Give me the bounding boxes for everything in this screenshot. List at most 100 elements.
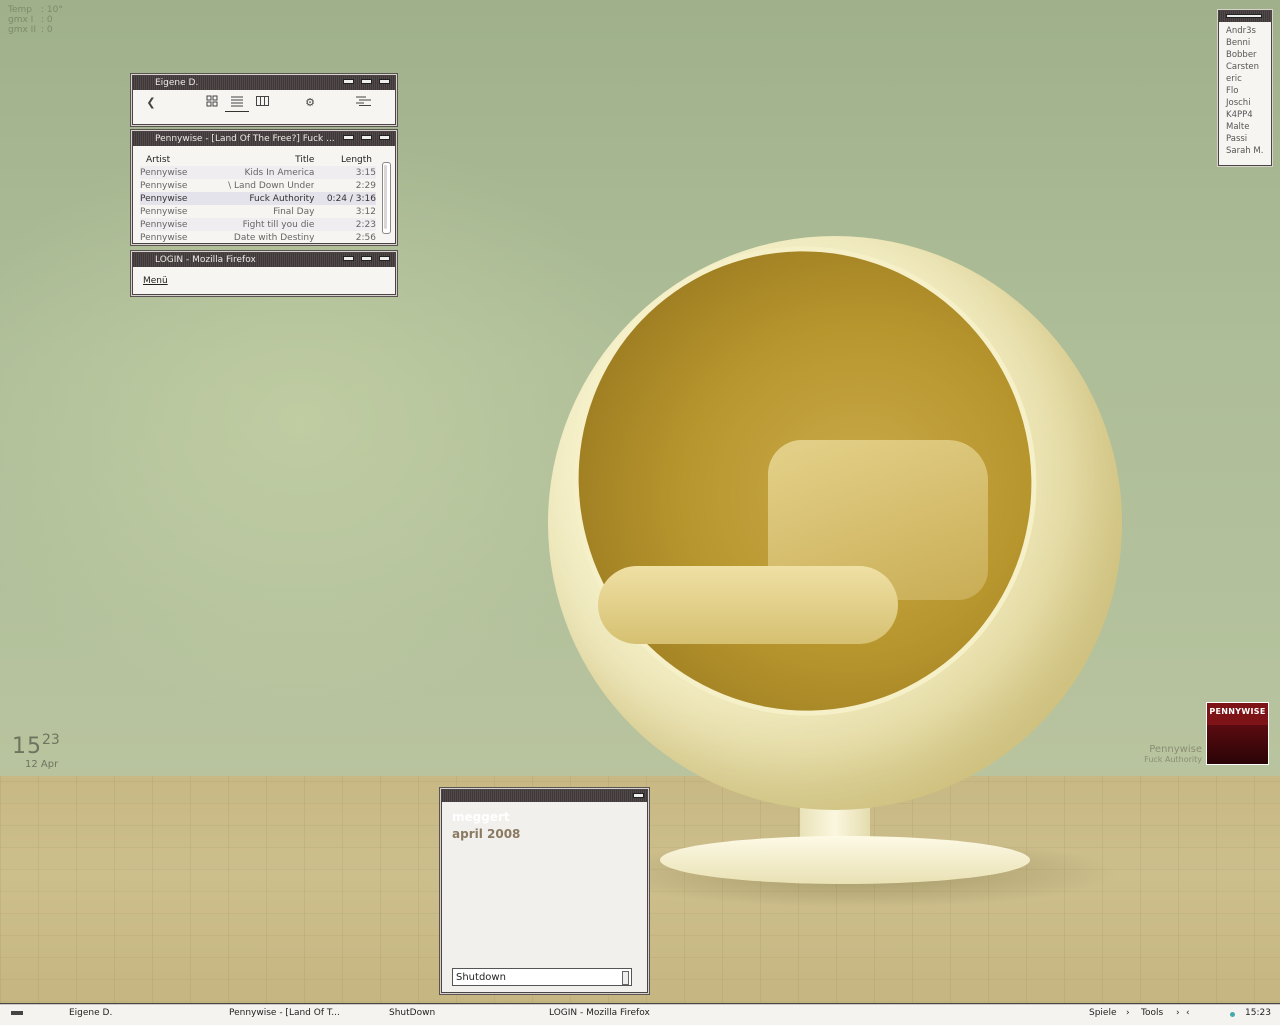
icons-view-icon[interactable]	[205, 95, 219, 111]
album-cover-band-name: PENNYWISE	[1209, 707, 1266, 716]
sysinfo-gmx1: gmx I: 0	[8, 15, 53, 25]
shutdown-select[interactable]: Shutdown	[452, 968, 632, 986]
taskbar-item-player[interactable]: Pennywise - [Land Of T...	[229, 1008, 340, 1018]
tray-status-icon[interactable]	[1230, 1012, 1235, 1017]
maximize-button[interactable]	[362, 257, 371, 260]
clock-hour: 15	[12, 734, 42, 759]
album-cover[interactable]: PENNYWISE	[1206, 702, 1269, 765]
columns-view-icon[interactable]	[255, 95, 269, 111]
title-bar[interactable]	[1219, 11, 1271, 22]
close-button[interactable]	[380, 257, 389, 260]
album-cover-image	[1207, 725, 1268, 764]
start-button[interactable]	[11, 1011, 23, 1015]
buddy-item[interactable]: Joschi	[1226, 97, 1271, 109]
buddy-item[interactable]: Sarah M.	[1226, 145, 1271, 157]
row-artist: Pennywise	[140, 206, 188, 217]
row-title: Date with Destiny	[233, 232, 315, 243]
column-title[interactable]: Title	[223, 154, 314, 166]
list-view-icon[interactable]	[225, 95, 249, 112]
sysinfo-gmx2: gmx II: 0	[8, 25, 53, 35]
playlist-row[interactable]: Pennywise Kids In America 3:15	[140, 166, 376, 179]
taskbar-item-shutdown[interactable]: ShutDown	[389, 1008, 435, 1018]
minimize-button[interactable]	[344, 257, 353, 260]
back-icon[interactable]: ❮	[146, 95, 156, 111]
taskbar-item-explorer[interactable]: Eigene D.	[69, 1008, 112, 1018]
row-artist: Pennywise	[140, 218, 223, 231]
minimize-button[interactable]	[344, 136, 353, 139]
close-button[interactable]	[380, 136, 389, 139]
buddy-item[interactable]: Carsten	[1226, 61, 1271, 73]
now-playing-artist: Pennywise	[1149, 744, 1202, 755]
drag-handle[interactable]	[1227, 15, 1261, 17]
media-player-window: Pennywise - [Land Of The Free?] Fuck ...…	[132, 131, 396, 244]
window-title: Pennywise - [Land Of The Free?] Fuck ...	[155, 134, 335, 144]
playlist-row[interactable]: Pennywise \ Land Down Under 2:29	[140, 179, 376, 192]
maximize-button[interactable]	[362, 136, 371, 139]
explorer-window: Eigene D. ❮ ⚙	[132, 75, 396, 125]
playlist-row-playing[interactable]: Pennywise Fuck Authority 0:24 / 3:16	[140, 192, 376, 205]
playlist-row[interactable]: Pennywise Date with Destiny 2:56	[140, 231, 376, 243]
shutdown-select-value: Shutdown	[456, 972, 506, 983]
buddy-item[interactable]: K4PP4	[1226, 109, 1271, 121]
minimize-button[interactable]	[344, 80, 353, 83]
dropdown-arrow-icon[interactable]	[622, 971, 629, 985]
explorer-toolbar: ❮ ⚙	[133, 90, 395, 117]
scrollbar-thumb[interactable]	[384, 165, 387, 229]
buddy-item[interactable]: Andr3s	[1226, 25, 1271, 37]
window-title: Eigene D.	[155, 78, 199, 88]
row-title: \ Land Down Under	[228, 180, 315, 191]
chair-base	[660, 836, 1030, 884]
buddy-item[interactable]: Passi	[1226, 133, 1271, 145]
title-bar[interactable]: Eigene D.	[133, 76, 395, 90]
title-bar[interactable]: LOGIN - Mozilla Firefox	[133, 253, 395, 267]
row-length: 3:15	[314, 166, 376, 179]
row-title: Fuck Authority	[222, 192, 315, 205]
maximize-button[interactable]	[362, 80, 371, 83]
row-length: 0:24 / 3:16	[314, 192, 376, 205]
close-button[interactable]	[380, 80, 389, 83]
row-title: Final Day	[273, 206, 315, 217]
details-icon[interactable]	[355, 95, 371, 111]
tray-clock: 15:23	[1245, 1008, 1271, 1018]
chevron-right-icon: ›	[1176, 1008, 1180, 1018]
menu-button[interactable]: Menü	[143, 276, 168, 286]
buddy-item[interactable]: Bobber	[1226, 49, 1271, 61]
taskbar: Eigene D. Pennywise - [Land Of T... Shut…	[0, 1003, 1280, 1025]
menu-spiele[interactable]: Spiele	[1089, 1008, 1117, 1018]
buddy-item[interactable]: eric	[1226, 73, 1271, 85]
minimize-button[interactable]	[634, 794, 643, 797]
row-length: 3:12	[355, 206, 376, 217]
column-length[interactable]: Length	[314, 154, 376, 166]
playlist-header: Artist Title Length	[140, 154, 376, 166]
column-artist[interactable]: Artist	[140, 154, 223, 166]
row-length: 2:23	[314, 218, 376, 231]
settings-icon[interactable]: ⚙	[303, 95, 317, 111]
desktop-clock: 1523 12 Apr	[12, 732, 60, 770]
menu-tools[interactable]: Tools	[1141, 1008, 1163, 1018]
buddy-item[interactable]: Flo	[1226, 85, 1271, 97]
buddy-list-widget: Andr3s Benni Bobber Carsten eric Flo Jos…	[1218, 10, 1272, 166]
row-length: 2:29	[355, 180, 376, 191]
login-date: april 2008	[452, 827, 521, 841]
firefox-window: LOGIN - Mozilla Firefox Menü	[132, 252, 396, 295]
chevron-left-icon[interactable]: ‹	[1186, 1008, 1190, 1018]
now-playing-widget: Pennywise Fuck Authority	[1144, 744, 1202, 764]
playlist-row[interactable]: Pennywise Final Day 3:12	[140, 205, 376, 218]
row-length: 2:56	[355, 232, 376, 243]
row-artist: Pennywise	[140, 232, 188, 243]
playlist-table: Artist Title Length Pennywise Kids In Am…	[140, 154, 376, 243]
taskbar-item-firefox[interactable]: LOGIN - Mozilla Firefox	[549, 1008, 650, 1018]
buddy-item[interactable]: Malte	[1226, 121, 1271, 133]
title-bar[interactable]	[442, 790, 647, 802]
playlist-scrollbar[interactable]	[382, 162, 391, 234]
system-info-widget: Temp: 10° gmx I: 0 gmx II: 0	[8, 5, 63, 35]
title-bar[interactable]: Pennywise - [Land Of The Free?] Fuck ...	[133, 132, 395, 146]
playlist-area: Artist Title Length Pennywise Kids In Am…	[133, 146, 395, 243]
username: meggert	[452, 810, 510, 824]
clock-minute: 23	[42, 732, 60, 748]
sysinfo-temp: Temp: 10°	[8, 5, 63, 15]
now-playing-track: Fuck Authority	[1144, 755, 1202, 764]
playlist-row[interactable]: Pennywise Fight till you die 2:23	[140, 218, 376, 231]
row-artist: Pennywise	[140, 166, 223, 179]
buddy-item[interactable]: Benni	[1226, 37, 1271, 49]
